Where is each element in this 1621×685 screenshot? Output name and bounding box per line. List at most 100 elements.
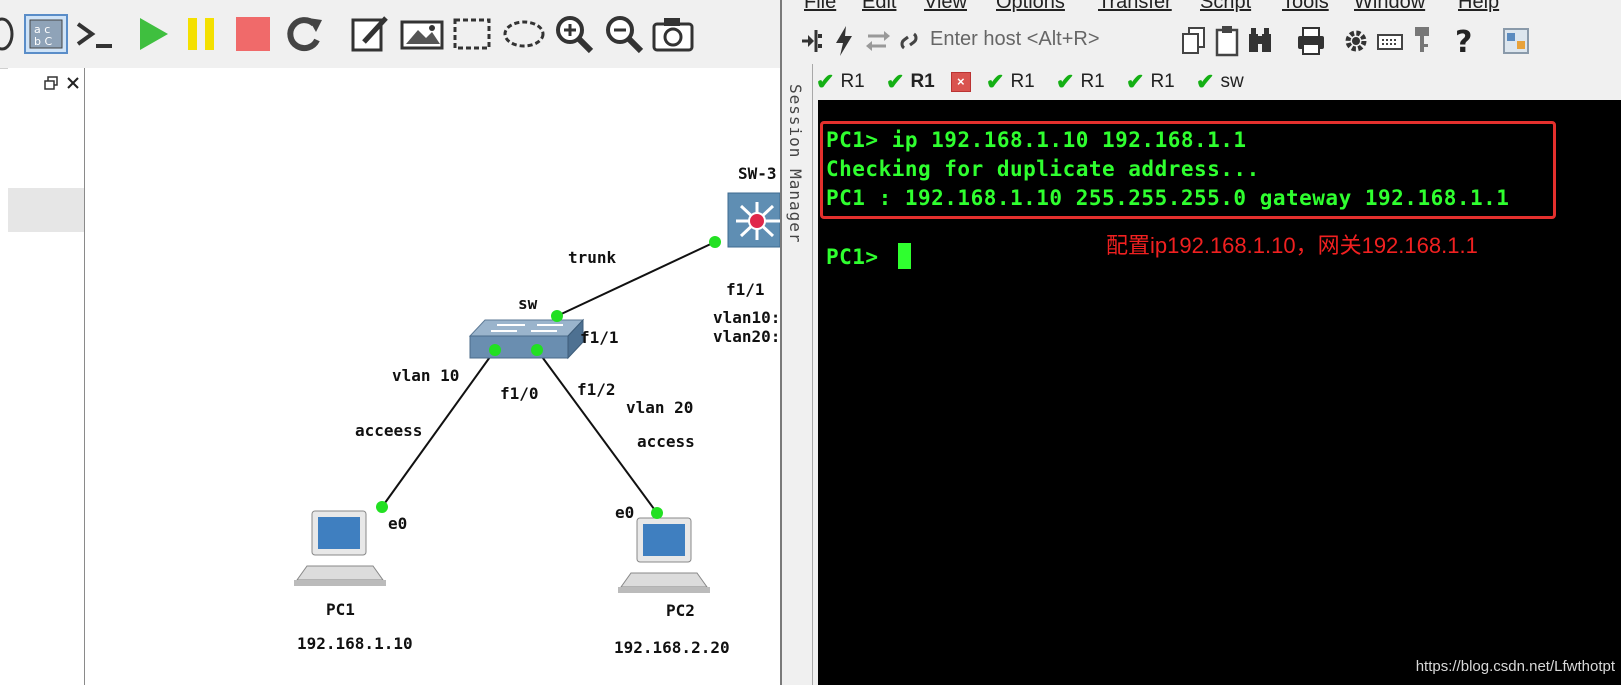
start-all-icon[interactable] xyxy=(136,14,170,54)
dock-selected-item[interactable] xyxy=(8,188,84,232)
quick-connect-icon[interactable] xyxy=(832,24,856,58)
find-icon[interactable] xyxy=(1246,24,1274,58)
menu-tools[interactable]: Tools xyxy=(1282,0,1329,14)
sw3-vlan10-label: vlan10: xyxy=(713,308,780,327)
node-label-sw: sw xyxy=(518,294,538,313)
zoom-in-icon[interactable] xyxy=(554,14,594,54)
port-dot-sw3-f1-1[interactable] xyxy=(709,236,721,248)
console-all-icon[interactable] xyxy=(74,14,114,54)
keymap-icon[interactable] xyxy=(1376,24,1404,58)
terminal-cursor xyxy=(897,243,911,269)
link-label-trunk: trunk xyxy=(568,248,617,267)
terminal-prompt: PC1> xyxy=(826,245,892,269)
menu-options[interactable]: Options xyxy=(996,0,1065,14)
node-label-sw3: SW-3 xyxy=(738,164,777,183)
close-tab-icon[interactable]: × xyxy=(950,72,971,92)
port-dot-pc2-e0[interactable] xyxy=(651,507,663,519)
menu-bar: File Edit View Options Transfer Script T… xyxy=(782,0,1621,14)
topology-canvas[interactable]: SW-3 trunk f1/1 vlan10: vlan20: sw f1/1 … xyxy=(85,68,780,685)
tab-label: sw xyxy=(1220,71,1244,92)
connected-check-icon: ✔ xyxy=(886,69,905,94)
close-dock-icon[interactable] xyxy=(66,76,80,90)
port-label-sw-f1-0: f1/0 xyxy=(500,384,539,403)
sw3-vlan20-label: vlan20: xyxy=(713,327,780,346)
stop-all-icon[interactable] xyxy=(234,14,272,54)
securecrt-window: File Edit View Options Transfer Script T… xyxy=(780,0,1621,685)
port-label-sw3-f1-1: f1/1 xyxy=(726,280,765,299)
menu-help[interactable]: Help xyxy=(1458,0,1499,14)
reload-all-icon[interactable] xyxy=(284,14,324,54)
add-note-icon[interactable] xyxy=(350,14,390,54)
zoom-out-icon[interactable] xyxy=(604,14,644,54)
port-dot-sw-f1-0[interactable] xyxy=(489,344,501,356)
key-agent-icon[interactable] xyxy=(1410,24,1434,58)
show-interface-labels-icon[interactable]: a c b C xyxy=(24,14,68,54)
annotation-text: 配置ip192.168.1.10，网关192.168.1.1 xyxy=(1106,233,1478,258)
gns3-toolbar: a c b C xyxy=(0,0,780,69)
paste-icon[interactable] xyxy=(1214,24,1240,58)
menu-script[interactable]: Script xyxy=(1200,0,1251,14)
devices-dock xyxy=(8,68,85,685)
watermark-text: https://blog.csdn.net/Lfwthotpt xyxy=(1415,658,1615,675)
tab-r1-4[interactable]: ✔ R1 xyxy=(1056,66,1105,98)
menu-transfer[interactable]: Transfer xyxy=(1098,0,1172,14)
terminal-line-2: Checking for duplicate address... xyxy=(826,157,1260,181)
dock-title-bar xyxy=(8,68,84,98)
copy-icon[interactable] xyxy=(1180,24,1208,58)
menu-window[interactable]: Window xyxy=(1354,0,1425,14)
session-manager-label[interactable]: Session Manager xyxy=(786,84,805,244)
tab-label: R1 xyxy=(1150,71,1175,92)
connected-check-icon: ✔ xyxy=(816,69,835,94)
tab-label: R1 xyxy=(1080,71,1105,92)
port-label-sw-f1-1: f1/1 xyxy=(580,328,619,347)
svg-text:b C: b C xyxy=(34,35,52,48)
terminal-area[interactable]: PC1> ip 192.168.1.10 192.168.1.1 Checkin… xyxy=(818,100,1621,685)
settings-gear-icon[interactable] xyxy=(1342,24,1370,58)
node-label-pc2: PC2 xyxy=(666,601,695,620)
gns3-window: a c b C SW-3 trunk f1/1 vlan10: vlan20: … xyxy=(0,0,780,685)
reconnect-icon[interactable] xyxy=(864,24,892,58)
sw3-node-icon[interactable] xyxy=(727,192,780,248)
draw-ellipse-icon[interactable] xyxy=(502,14,546,54)
print-icon[interactable] xyxy=(1296,24,1326,58)
port-dot-pc1-e0[interactable] xyxy=(376,501,388,513)
port-label-pc2-e0: e0 xyxy=(615,503,635,522)
tab-r1-3[interactable]: ✔ R1 xyxy=(986,66,1035,98)
pc1-node-icon[interactable] xyxy=(294,510,386,586)
access-mode-label-pc2: access xyxy=(637,432,695,451)
sftp-icon[interactable] xyxy=(1502,24,1530,58)
terminal-line-3: PC1 : 192.168.1.10 255.255.255.0 gateway… xyxy=(826,186,1510,210)
float-dock-icon[interactable] xyxy=(44,76,58,90)
connect-icon[interactable] xyxy=(798,24,822,58)
svg-text:?: ? xyxy=(1455,25,1472,58)
vlan-20-label: vlan 20 xyxy=(626,398,694,417)
disconnect-icon[interactable] xyxy=(896,24,922,58)
connected-check-icon: ✔ xyxy=(1056,69,1075,94)
host-input[interactable]: Enter host <Alt+R> xyxy=(930,28,1100,51)
browse-devices-icon[interactable] xyxy=(0,14,14,54)
menu-edit[interactable]: Edit xyxy=(862,0,896,14)
help-icon[interactable]: ? xyxy=(1452,24,1476,58)
tab-sw[interactable]: ✔ sw xyxy=(1196,66,1244,98)
tab-r1-2-active[interactable]: ✔ R1 × xyxy=(886,66,971,98)
insert-picture-icon[interactable] xyxy=(400,14,444,54)
tab-r1-5[interactable]: ✔ R1 xyxy=(1126,66,1175,98)
suspend-all-icon[interactable] xyxy=(184,14,218,54)
menu-file[interactable]: File xyxy=(804,0,836,14)
port-dot-sw-f1-1[interactable] xyxy=(551,310,563,322)
tab-label: R1 xyxy=(840,71,865,92)
menu-view[interactable]: View xyxy=(924,0,967,14)
session-manager-strip[interactable]: Session Manager xyxy=(782,64,813,685)
connected-check-icon: ✔ xyxy=(986,69,1005,94)
sw-node-icon[interactable] xyxy=(468,318,585,360)
screenshot-icon[interactable] xyxy=(652,14,694,54)
ip-label-pc1: 192.168.1.10 xyxy=(297,634,413,653)
draw-rectangle-icon[interactable] xyxy=(452,14,492,54)
port-dot-sw-f1-2[interactable] xyxy=(531,344,543,356)
tab-r1-1[interactable]: ✔ R1 xyxy=(816,66,865,98)
port-label-sw-f1-2: f1/2 xyxy=(577,380,616,399)
securecrt-toolbar: Enter host <Alt+R> ? xyxy=(782,18,1621,64)
connected-check-icon: ✔ xyxy=(1126,69,1145,94)
pc2-node-icon[interactable] xyxy=(618,517,710,593)
tab-label: R1 xyxy=(910,71,935,92)
